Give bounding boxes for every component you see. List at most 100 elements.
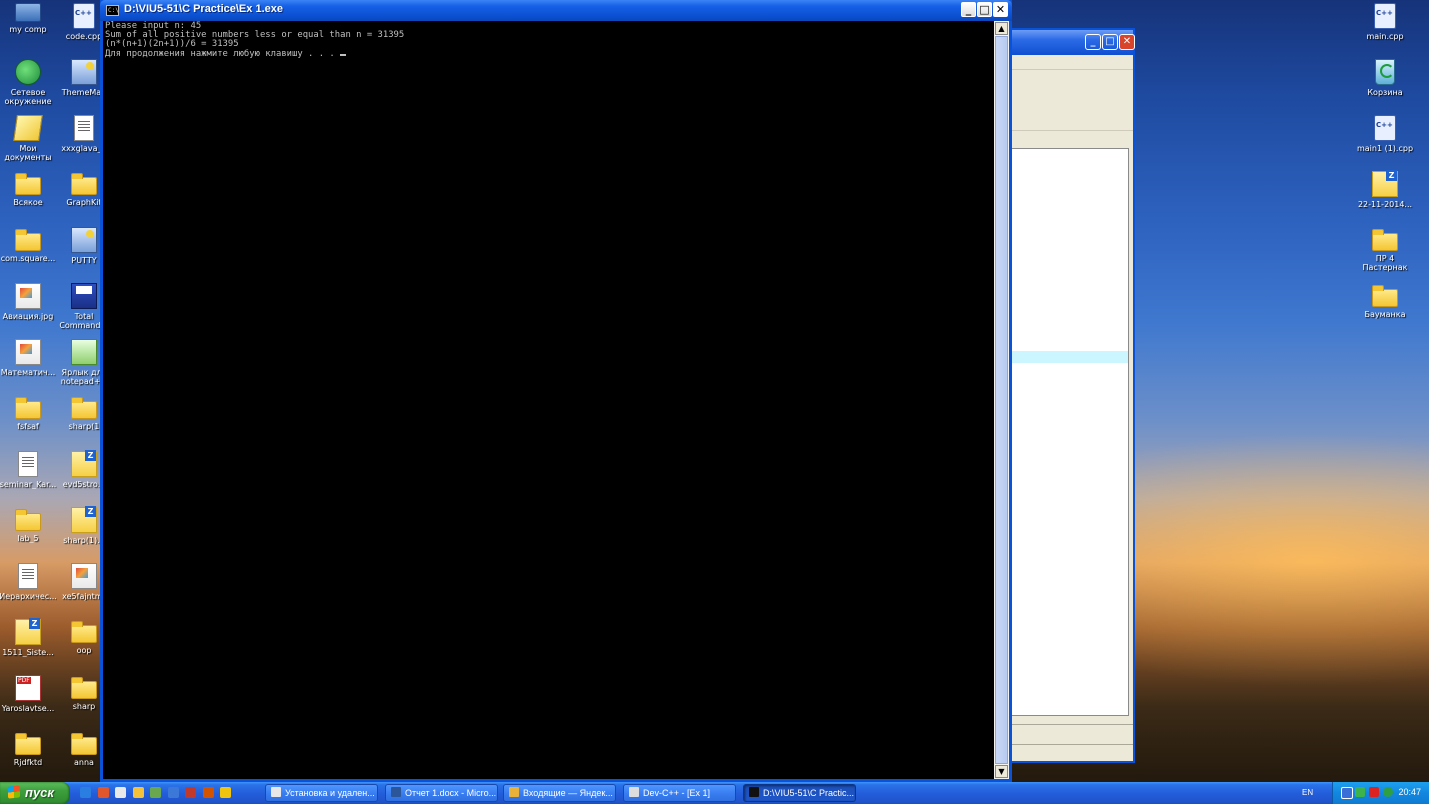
start-label: пуск: [25, 785, 54, 800]
desktop-icon[interactable]: Корзина: [1356, 59, 1414, 97]
taskbar-button-icon: [509, 787, 519, 797]
taskbar-button[interactable]: Dev-C++ - [Ex 1]: [623, 784, 736, 802]
folder-icon: [15, 733, 41, 755]
folder-icon: [15, 509, 41, 531]
tool-icon[interactable]: [202, 787, 214, 798]
desktop-icon[interactable]: 22-11-2014...: [1356, 170, 1414, 209]
chrome-icon[interactable]: [220, 787, 231, 798]
desktop-icon[interactable]: my comp: [0, 3, 57, 34]
background-window-content-panel[interactable]: [1005, 148, 1129, 716]
paint-icon[interactable]: [132, 787, 144, 798]
desktop-icon[interactable]: ПР 4 Пастернак: [1356, 227, 1414, 272]
document-icon: [74, 115, 94, 141]
desktop-icon[interactable]: Всякое: [0, 171, 57, 207]
scrollbar-thumb[interactable]: [995, 36, 1008, 764]
console-maximize-button[interactable]: □: [977, 2, 992, 17]
selected-row-highlight[interactable]: [1006, 351, 1128, 363]
cpp-file-icon: [1374, 3, 1396, 29]
taskbar: пуск Установка и удален... Отчет 1.docx -…: [0, 782, 1429, 804]
console-output-area[interactable]: Please input n: 45 Sum of all positive nu…: [103, 21, 994, 779]
console-close-button[interactable]: ✕: [993, 2, 1008, 17]
desktop-icon[interactable]: seminar_Kar...: [0, 451, 57, 489]
system-tray: 20:47: [1332, 782, 1429, 804]
console-minimize-button[interactable]: _: [961, 2, 976, 17]
desktop-icon[interactable]: Сетевое окружение: [0, 59, 57, 106]
notepad-icon[interactable]: [115, 787, 126, 798]
show-desktop-icon[interactable]: [80, 787, 91, 798]
desktop-icon-label: ПР 4 Пастернак: [1362, 254, 1408, 272]
desktop-icon-label: Иерархичес...: [0, 592, 57, 601]
pdf-file-icon: [15, 675, 41, 701]
network-icon[interactable]: [150, 787, 161, 798]
zip-folder-icon: [71, 506, 97, 533]
console-vertical-scrollbar[interactable]: ▲ ▼: [994, 21, 1009, 779]
start-button[interactable]: пуск: [0, 782, 70, 804]
network-icon: [15, 59, 41, 85]
background-window-maximize-button[interactable]: □: [1102, 34, 1118, 50]
desktop-icon[interactable]: Бауманка: [1356, 283, 1414, 319]
scroll-up-arrow-icon[interactable]: ▲: [995, 22, 1008, 35]
desktop-icon-label: Yaroslavtse...: [1, 704, 55, 713]
desktop-icon-label: Мои документы: [4, 144, 52, 162]
background-window-close-button[interactable]: ✕: [1119, 34, 1135, 50]
taskbar-button[interactable]: D:\VIU5-51\C Practic...: [743, 784, 856, 802]
taskbar-button-label: Установка и удален...: [285, 788, 375, 798]
background-window-status-panel: [1005, 724, 1133, 743]
language-indicator[interactable]: EN: [1302, 788, 1313, 797]
taskbar-button-label: Dev-C++ - [Ex 1]: [643, 788, 711, 798]
network-tray-icon[interactable]: [1341, 787, 1353, 799]
desktop-icon[interactable]: Мои документы: [0, 115, 57, 162]
console-app-icon[interactable]: C:\: [106, 5, 119, 16]
my-documents-icon: [13, 115, 43, 141]
background-window[interactable]: _ □ ✕: [1003, 28, 1135, 763]
desktop-icon[interactable]: main1 (1).cpp: [1356, 115, 1414, 153]
background-window-toolbar[interactable]: [1005, 70, 1133, 131]
taskbar-button[interactable]: Входящие — Яндек...: [503, 784, 616, 802]
console-window[interactable]: C:\ D:\VIU5-51\C Practice\Ex 1.exe _ □ ✕…: [100, 0, 1012, 782]
taskbar-button-label: D:\VIU5-51\C Practic...: [763, 788, 855, 798]
desktop-icon[interactable]: com.square...: [0, 227, 57, 263]
taskbar-button[interactable]: Отчет 1.docx - Micro...: [385, 784, 498, 802]
desktop-icon-label: com.square...: [0, 254, 56, 263]
taskbar-button-label: Входящие — Яндек...: [523, 788, 613, 798]
taskbar-button[interactable]: Установка и удален...: [265, 784, 378, 802]
desktop-icon[interactable]: fsfsaf: [0, 395, 57, 431]
antivirus-tray-icon[interactable]: [1369, 787, 1379, 797]
console-titlebar[interactable]: C:\ D:\VIU5-51\C Practice\Ex 1.exe _ □ ✕: [100, 0, 1012, 21]
text-cursor: [340, 53, 347, 56]
desktop-icon-label: Rjdfktd: [13, 758, 43, 767]
desktop-icon[interactable]: main.cpp: [1356, 3, 1414, 41]
folder-icon: [1372, 229, 1398, 251]
image-file-icon: [71, 563, 97, 589]
background-window-menubar[interactable]: [1005, 55, 1133, 70]
theme-manager-icon: [71, 59, 97, 85]
background-window-titlebar[interactable]: _ □ ✕: [1005, 30, 1135, 55]
update-tray-icon[interactable]: [1383, 787, 1393, 797]
folder-icon: [15, 397, 41, 419]
image-file-icon: [15, 339, 41, 365]
desktop-icon[interactable]: Иерархичес...: [0, 563, 57, 601]
desktop-icon[interactable]: 1511_Siste...: [0, 618, 57, 657]
document-icon: [18, 563, 38, 589]
desktop-icon-label: Математич...: [0, 368, 56, 377]
desktop-icon[interactable]: Авиация.jpg: [0, 283, 57, 321]
zip-folder-icon: [71, 450, 97, 477]
desktop-icon[interactable]: lab_5: [0, 507, 57, 543]
document-icon: [18, 451, 38, 477]
opera-icon[interactable]: [97, 787, 109, 798]
scroll-down-arrow-icon[interactable]: ▼: [995, 765, 1008, 778]
sync-tray-icon[interactable]: [1355, 787, 1365, 797]
window-icon[interactable]: [167, 787, 179, 798]
folder-icon: [15, 173, 41, 195]
zip-folder-icon: [1372, 170, 1398, 197]
desktop-icon-label: lab_5: [17, 534, 39, 543]
filezilla-icon[interactable]: [185, 787, 196, 798]
background-window-statusbar: [1005, 744, 1133, 759]
desktop-icon[interactable]: Yaroslavtse...: [0, 675, 57, 713]
clock: 20:47: [1398, 787, 1421, 797]
folder-icon: [1372, 285, 1398, 307]
desktop-icon[interactable]: Rjdfktd: [0, 731, 57, 767]
desktop-icon[interactable]: Математич...: [0, 339, 57, 377]
notepad-plus-plus-icon: [71, 339, 97, 365]
background-window-minimize-button[interactable]: _: [1085, 34, 1101, 50]
